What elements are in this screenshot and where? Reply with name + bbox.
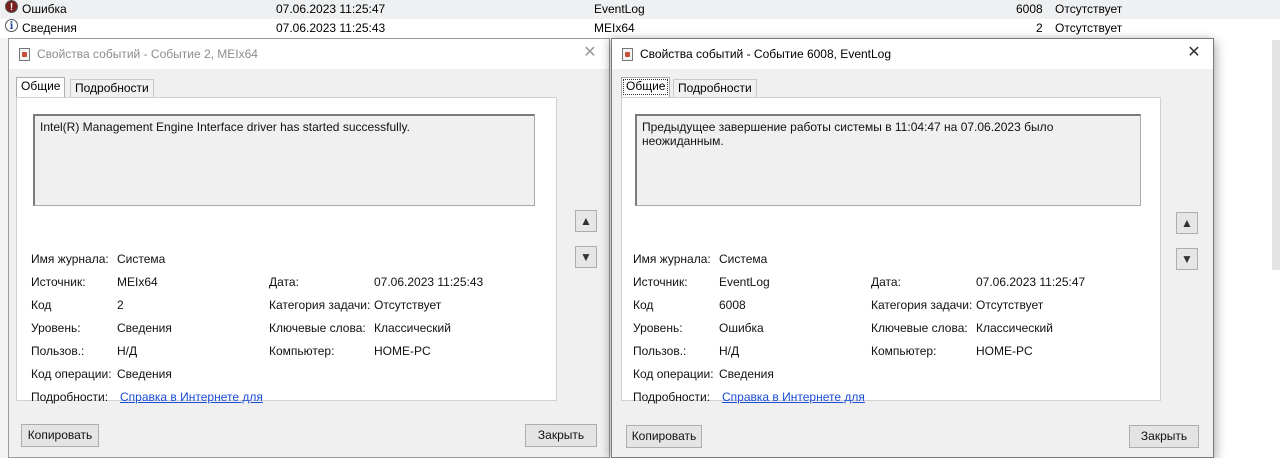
computer-label: Компьютер: (269, 344, 335, 358)
opcode-label: Код операции: (31, 367, 112, 381)
user-value: Н/Д (117, 344, 138, 358)
event-viewer-icon (19, 48, 30, 61)
code-value: 2 (117, 298, 124, 312)
log-name-value: Система (117, 252, 166, 266)
copy-button[interactable]: Копировать (626, 425, 702, 448)
code-cell: 2 (1036, 21, 1043, 35)
code-label: Код (31, 298, 52, 312)
event-message[interactable]: Предыдущее завершение работы системы в 1… (635, 114, 1141, 206)
level-cell: Сведения (22, 21, 77, 35)
user-label: Пользов.: (31, 344, 85, 358)
user-label: Пользов.: (633, 344, 687, 358)
date-label: Дата: (871, 275, 901, 289)
level-label: Уровень: (31, 321, 81, 335)
tab-general[interactable]: Общие (621, 77, 671, 97)
task-category-label: Категория задачи: (871, 298, 973, 312)
arrow-up-icon[interactable]: ▲ (575, 210, 597, 232)
details-label: Подробности: (31, 390, 109, 404)
date-cell: 07.06.2023 11:25:43 (276, 21, 386, 35)
category-cell: Отсутствует (1055, 2, 1123, 16)
keywords-value: Классический (374, 321, 451, 335)
details-link[interactable]: Справка в Интернете для (120, 390, 263, 404)
titlebar[interactable]: Свойства событий - Событие 2, MEIx64 ✕ (9, 39, 609, 69)
source-label: Источник: (633, 275, 688, 289)
tab-general[interactable]: Общие (16, 77, 66, 97)
dialog-title: Свойства событий - Событие 6008, EventLo… (640, 47, 892, 61)
date-value: 07.06.2023 11:25:43 (374, 275, 484, 289)
arrow-down-icon[interactable]: ▼ (575, 246, 597, 268)
tab-details[interactable]: Подробности (70, 79, 154, 97)
source-value: EventLog (719, 275, 770, 289)
category-cell: Отсутствует (1055, 21, 1123, 35)
task-category-label: Категория задачи: (269, 298, 371, 312)
source-cell: EventLog (594, 2, 645, 16)
tab-panel: Предыдущее завершение работы системы в 1… (621, 97, 1161, 404)
arrow-up-icon[interactable]: ▲ (1176, 212, 1198, 234)
task-category-value: Отсутствует (976, 298, 1044, 312)
close-icon[interactable]: ✕ (1181, 41, 1207, 65)
keywords-label: Ключевые слова: (269, 321, 366, 335)
date-cell: 07.06.2023 11:25:47 (276, 2, 386, 16)
source-value: MEIx64 (117, 275, 158, 289)
dialog-client: Общие Подробности Предыдущее завершение … (612, 69, 1213, 457)
level-label: Уровень: (633, 321, 683, 335)
scrollbar[interactable] (1272, 40, 1280, 270)
tab-details[interactable]: Подробности (673, 79, 757, 97)
keywords-label: Ключевые слова: (871, 321, 968, 335)
arrow-down-icon[interactable]: ▼ (1176, 248, 1198, 270)
info-icon: i (5, 19, 18, 32)
table-row[interactable]: ! Ошибка 07.06.2023 11:25:47 EventLog 60… (0, 0, 1280, 19)
event-properties-dialog-left: Свойства событий - Событие 2, MEIx64 ✕ О… (8, 38, 610, 458)
source-cell: MEIx64 (594, 21, 635, 35)
details-label: Подробности: (633, 390, 711, 404)
log-name-label: Имя журнала: (633, 252, 711, 266)
tab-panel: Intel(R) Management Engine Interface dri… (16, 97, 557, 404)
date-label: Дата: (269, 275, 299, 289)
close-icon[interactable]: ✕ (577, 41, 603, 65)
level-value: Сведения (117, 321, 172, 335)
list-left-edge (0, 38, 8, 458)
copy-button[interactable]: Копировать (21, 424, 99, 447)
table-row[interactable]: i Сведения 07.06.2023 11:25:43 MEIx64 2 … (0, 19, 1280, 38)
opcode-value: Сведения (117, 367, 172, 381)
event-viewer-icon (622, 48, 633, 61)
titlebar[interactable]: Свойства событий - Событие 6008, EventLo… (612, 39, 1213, 69)
details-link[interactable]: Справка в Интернете для (722, 390, 865, 404)
opcode-value: Сведения (719, 367, 774, 381)
level-value: Ошибка (719, 321, 764, 335)
level-cell: Ошибка (22, 2, 67, 16)
opcode-label: Код операции: (633, 367, 714, 381)
event-properties-dialog-right: Свойства событий - Событие 6008, EventLo… (611, 38, 1214, 458)
code-cell: 6008 (1016, 2, 1043, 16)
computer-label: Компьютер: (871, 344, 937, 358)
log-name-label: Имя журнала: (31, 252, 109, 266)
code-label: Код (633, 298, 654, 312)
keywords-value: Классический (976, 321, 1053, 335)
close-button[interactable]: Закрыть (525, 424, 597, 447)
error-icon: ! (5, 0, 18, 13)
close-button[interactable]: Закрыть (1129, 425, 1199, 448)
user-value: Н/Д (719, 344, 740, 358)
date-value: 07.06.2023 11:25:47 (976, 275, 1086, 289)
dialog-title: Свойства событий - Событие 2, MEIx64 (37, 47, 258, 61)
dialog-client: Общие Подробности Intel(R) Management En… (9, 69, 609, 457)
computer-value: HOME-PC (976, 344, 1033, 358)
code-value: 6008 (719, 298, 746, 312)
log-name-value: Система (719, 252, 768, 266)
event-message[interactable]: Intel(R) Management Engine Interface dri… (33, 114, 535, 206)
computer-value: HOME-PC (374, 344, 431, 358)
task-category-value: Отсутствует (374, 298, 442, 312)
source-label: Источник: (31, 275, 86, 289)
